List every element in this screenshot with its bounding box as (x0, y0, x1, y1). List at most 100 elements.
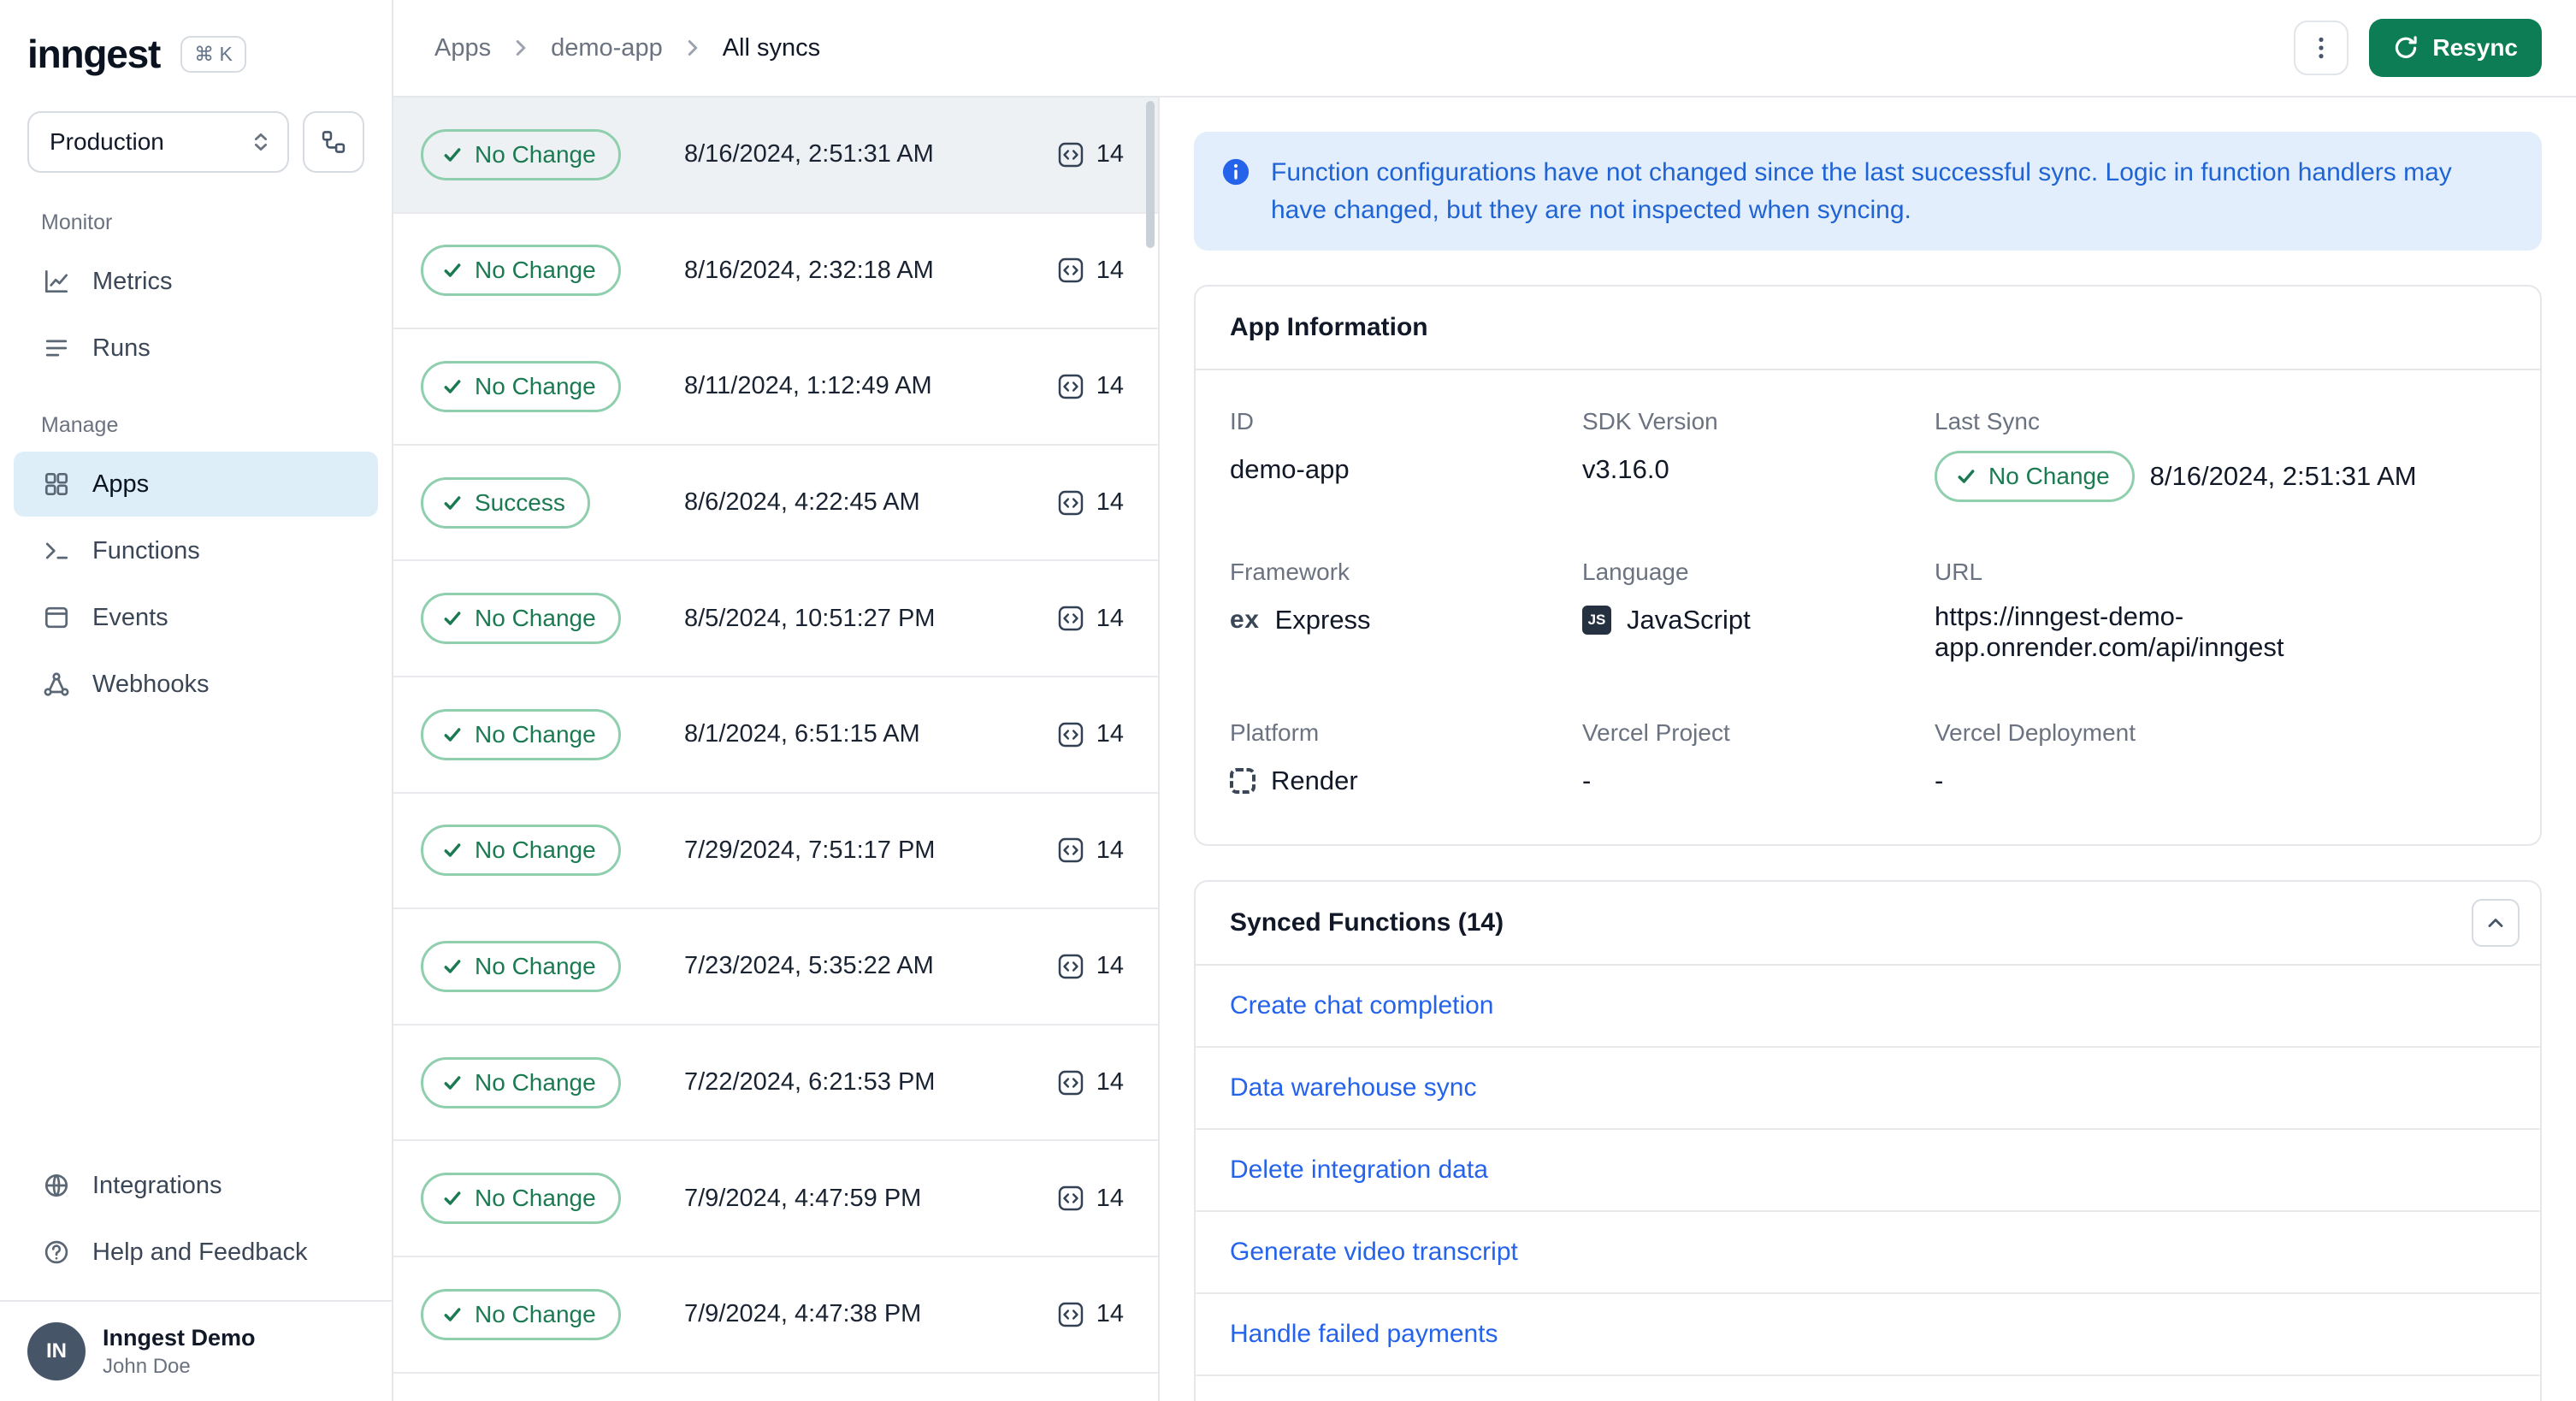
sync-list-item[interactable]: No Change 7/9/2024, 4:47:38 PM 14 (393, 1256, 1158, 1374)
synced-functions-card: Synced Functions (14) Create chat comple… (1194, 880, 2542, 1401)
field-value-text: Render (1271, 766, 1358, 795)
sync-timestamp: 8/16/2024, 2:51:31 AM (684, 140, 934, 168)
breadcrumb-item-all-syncs: All syncs (722, 33, 821, 62)
sync-count-value: 14 (1096, 140, 1124, 168)
runs-icon (41, 333, 72, 364)
sidebar-item-runs[interactable]: Runs (14, 316, 378, 381)
profile[interactable]: IN Inngest Demo John Doe (0, 1300, 392, 1401)
sync-list-item[interactable]: No Change 8/11/2024, 1:12:49 AM 14 (393, 329, 1158, 446)
sync-list-item[interactable]: No Change 7/9/2024, 4:47:59 PM 14 (393, 1141, 1158, 1257)
more-options-button[interactable] (2294, 21, 2349, 75)
sidebar-item-label: Metrics (92, 267, 173, 295)
sync-list-item[interactable]: No Change 8/16/2024, 2:32:18 AM 14 (393, 213, 1158, 330)
code-icon (1057, 1069, 1084, 1097)
sync-count-value: 14 (1096, 1068, 1124, 1097)
function-link-generate-video-transcript[interactable]: Generate video transcript (1196, 1210, 2540, 1292)
chevron-updown-icon (248, 129, 274, 155)
express-icon: ex (1230, 606, 1260, 634)
sync-list-item[interactable]: No Change 8/1/2024, 6:51:15 AM 14 (393, 677, 1158, 794)
sync-timestamp: 8/11/2024, 1:12:49 AM (684, 372, 932, 400)
app-info-field-framework: Framework ex Express (1230, 559, 1582, 663)
sidebar-item-label: Apps (92, 470, 150, 498)
sync-list-item[interactable]: Success 8/6/2024, 4:22:45 AM 14 (393, 445, 1158, 562)
sidebar-item-label: Events (92, 603, 168, 631)
sidebar-item-help-and-feedback[interactable]: Help and Feedback (14, 1220, 378, 1285)
breadcrumb-item-demo-app[interactable]: demo-app (551, 34, 663, 62)
profile-text: Inngest Demo John Doe (103, 1325, 256, 1379)
sidebar-item-label: Help and Feedback (92, 1238, 308, 1266)
function-link-handle-failed-payments[interactable]: Handle failed payments (1196, 1292, 2540, 1374)
field-label: Vercel Deployment (1935, 719, 2136, 746)
app-information-title: App Information (1230, 313, 1428, 341)
field-label: SDK Version (1582, 408, 1718, 434)
status-badge: No Change (421, 940, 621, 992)
sync-function-count: 14 (1057, 720, 1124, 748)
apps-icon (41, 469, 72, 500)
field-value-text: demo-app (1230, 454, 1350, 484)
field-label: Framework (1230, 559, 1350, 585)
sidebar-item-metrics[interactable]: Metrics (14, 249, 378, 314)
sync-status: No Change (421, 593, 684, 645)
field-value: demo-app (1230, 451, 1582, 488)
status-badge-label: No Change (475, 605, 596, 632)
sidebar-item-functions[interactable]: Functions (14, 518, 378, 583)
sidebar-item-integrations[interactable]: Integrations (14, 1153, 378, 1218)
app-information-header: App Information (1196, 287, 2540, 370)
sync-status: No Change (421, 1288, 684, 1340)
function-link-delete-integration-data[interactable]: Delete integration data (1196, 1128, 2540, 1210)
sync-list-item[interactable]: No Change 7/23/2024, 5:35:22 AM 14 (393, 909, 1158, 1026)
webhooks-icon (41, 669, 72, 700)
sync-list-pane: No Change 8/16/2024, 2:51:31 AM 14 No Chang… (393, 98, 1160, 1401)
code-icon (1057, 721, 1084, 748)
sync-status: No Change (421, 825, 684, 877)
sidebar-item-webhooks[interactable]: Webhooks (14, 652, 378, 717)
status-badge: No Change (1935, 451, 2135, 502)
status-badge-label: Success (475, 488, 565, 516)
render-icon (1230, 768, 1256, 794)
function-link-import-data-pipeline[interactable]: Import data pipeline (1196, 1374, 2540, 1401)
app-root: inngest ⌘ K Production Monitor Metrics Run… (0, 0, 2576, 1401)
function-link-create-chat-completion[interactable]: Create chat completion (1196, 966, 2540, 1046)
sync-list-item[interactable]: No Change 7/22/2024, 6:21:53 PM 14 (393, 1025, 1158, 1142)
check-icon (442, 1073, 463, 1093)
app-info-field-sdk-version: SDK Version v3.16.0 (1582, 408, 1935, 502)
field-label: Vercel Project (1582, 719, 1730, 746)
sync-count-value: 14 (1096, 256, 1124, 284)
sync-list-item[interactable]: No Change 8/5/2024, 10:51:27 PM 14 (393, 561, 1158, 677)
status-badge: No Change (421, 1288, 621, 1340)
environment-select[interactable]: Production (27, 111, 289, 173)
field-value: No Change 8/16/2024, 2:51:31 AM (1935, 451, 2506, 502)
breadcrumb-item-apps[interactable]: Apps (434, 34, 491, 62)
chart-icon (41, 266, 72, 297)
scrollbar-thumb[interactable] (1146, 101, 1155, 248)
sidebar-item-events[interactable]: Events (14, 585, 378, 650)
sync-list-item[interactable]: No Change7/9/2024, 4:09:07 PM14 (393, 1373, 1158, 1401)
nav-section-label: Manage (41, 413, 119, 437)
code-icon (1057, 605, 1084, 632)
sidebar-item-apps[interactable]: Apps (14, 452, 378, 517)
synced-functions-header: Synced Functions (14) (1196, 882, 2540, 966)
sync-list-item[interactable]: No Change 8/16/2024, 2:51:31 AM 14 (393, 98, 1158, 214)
field-label: Last Sync (1935, 408, 2040, 434)
check-icon (442, 1304, 463, 1325)
collapse-button[interactable] (2472, 899, 2520, 947)
status-badge: No Change (421, 825, 621, 877)
environments-button[interactable] (303, 111, 364, 173)
sync-timestamp: 7/9/2024, 4:47:38 PM (684, 1300, 922, 1328)
sidebar: inngest ⌘ K Production Monitor Metrics Run… (0, 0, 393, 1401)
sync-count-value: 14 (1096, 952, 1124, 980)
command-palette-shortcut[interactable]: ⌘ K (180, 35, 246, 73)
status-badge-label: No Change (475, 140, 596, 168)
sync-list-item[interactable]: No Change 7/29/2024, 7:51:17 PM 14 (393, 793, 1158, 910)
code-icon (1057, 141, 1084, 168)
sidebar-nav: Monitor Metrics Runs Manage Apps Functions Eve… (0, 180, 392, 718)
sync-detail-pane: Function configurations have not changed… (1160, 98, 2576, 1401)
sync-status: No Change (421, 360, 684, 412)
sync-timestamp: 7/22/2024, 6:21:53 PM (684, 1068, 936, 1097)
sync-timestamp: 7/9/2024, 4:47:59 PM (684, 1184, 922, 1212)
status-badge-label: No Change (475, 372, 596, 399)
app-info-field-url: URL https://inngest-demo-app.onrender.com… (1935, 559, 2506, 663)
function-link-data-warehouse-sync[interactable]: Data warehouse sync (1196, 1046, 2540, 1128)
resync-button[interactable]: Resync (2369, 19, 2542, 77)
